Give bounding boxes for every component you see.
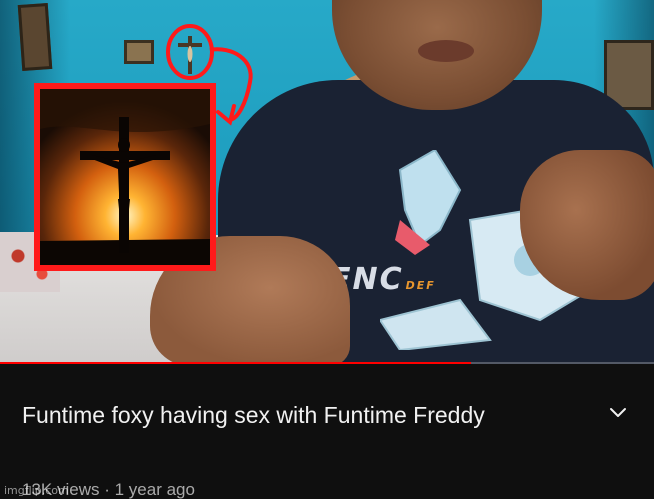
upload-age: 1 year ago <box>114 480 195 499</box>
wall-picture-frame <box>124 40 154 64</box>
video-info-panel: Funtime foxy having sex with Funtime Fre… <box>0 366 654 499</box>
video-progress-fill <box>0 362 471 364</box>
chevron-down-icon[interactable] <box>606 400 630 424</box>
wall-picture-frame <box>17 3 53 71</box>
meme-frame: ENC DEF Funtime foxy having sex with Fun… <box>0 0 654 499</box>
crucifix-inset-image <box>34 83 216 271</box>
video-title[interactable]: Funtime foxy having sex with Funtime Fre… <box>22 398 582 432</box>
person-mouth <box>418 40 474 62</box>
video-progress-bar[interactable] <box>0 362 654 364</box>
imgflip-watermark: imgflip.com <box>4 484 69 497</box>
crucifix-sunset-image <box>40 89 210 265</box>
meta-separator: · <box>104 480 110 499</box>
